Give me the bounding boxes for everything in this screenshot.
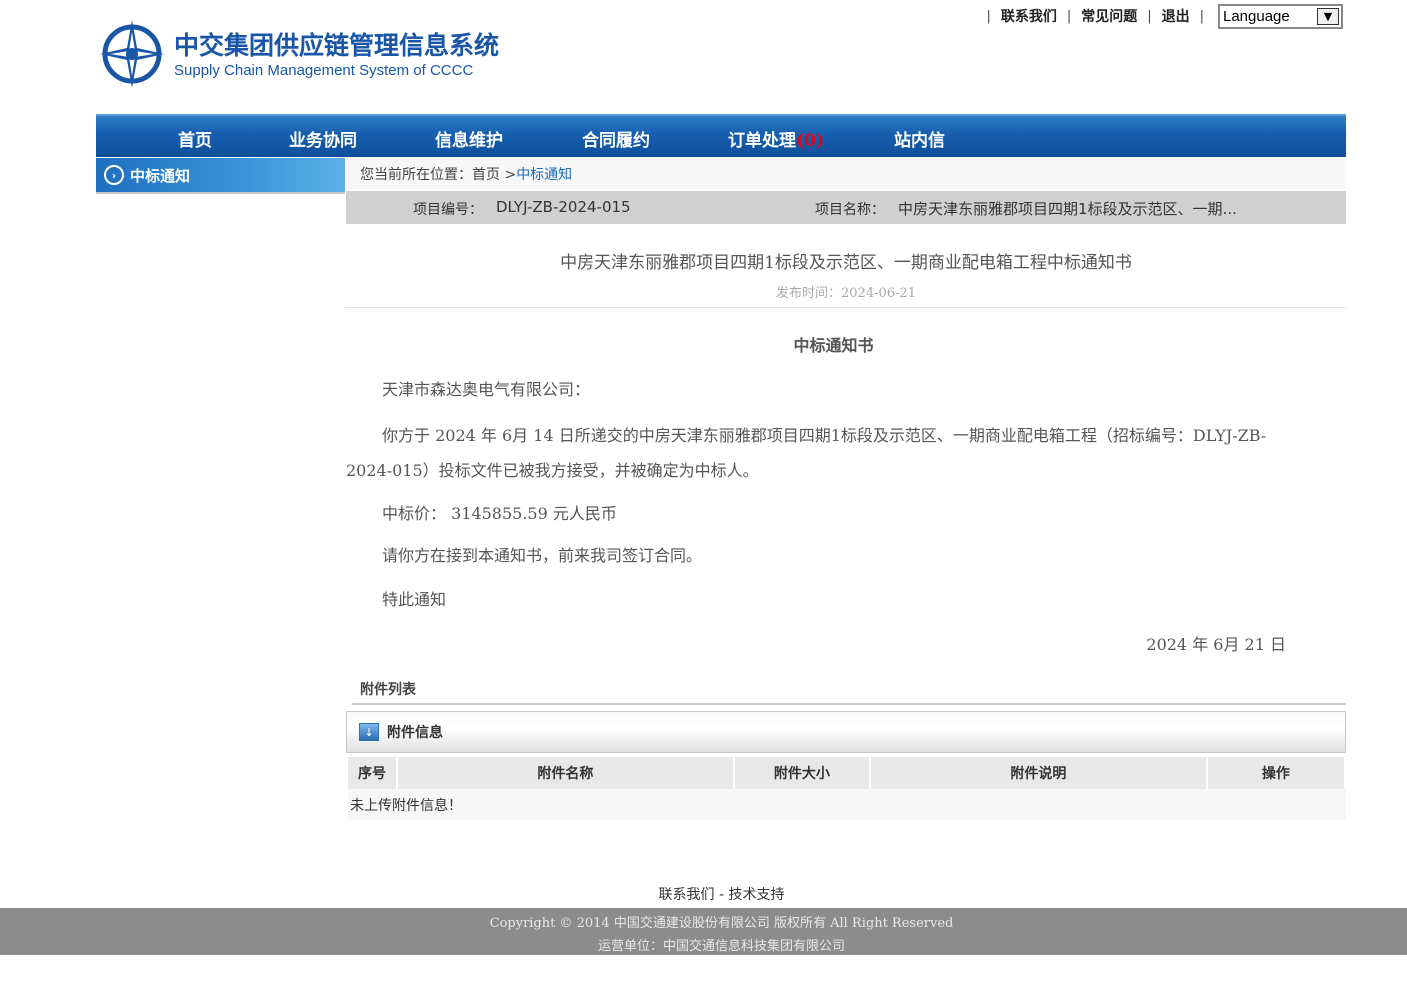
top-links: | 联系我们 | 常见问题 | 退出 | Language ▼ [976,2,1343,30]
divider [346,307,1346,308]
orders-count-badge: (0) [796,131,824,151]
breadcrumb-current[interactable]: 中标通知 [516,164,572,184]
signature-date: 2024 年 6月 21 日 [1146,635,1286,654]
project-name-value: 中房天津东丽雅郡项目四期1标段及示范区、一期... [898,200,1237,218]
breadcrumb: 您当前所在位置：首页 > 中标通知 [346,158,1346,189]
language-select-value: Language [1223,7,1290,25]
document-heading: 中标通知书 [793,336,874,355]
operator-text: 运营单位：中国交通信息科技集团有限公司 [597,939,845,954]
main-nav: 首页 业务协同 信息维护 合同履约 订单处理(0) 站内信 [96,114,1346,157]
cccc-logo-icon [100,20,164,88]
column-header-action: 操作 [1207,757,1344,789]
sidebar-item-award-notice[interactable]: › 中标通知 [96,158,345,194]
separator: | [1066,8,1072,24]
sidebar-item-label: 中标通知 [130,166,191,185]
footer-bar: Copyright © 2014 中国交通建设股份有限公司 版权所有 All R… [0,908,1407,955]
nav-item-info[interactable]: 信息维护 [435,126,503,151]
attachment-empty-message: 未上传附件信息！ [348,789,1346,820]
notice-text: 特此通知 [382,590,447,609]
column-header-index: 序号 [348,757,397,789]
nav-item-messages[interactable]: 站内信 [894,126,945,151]
nav-item-business[interactable]: 业务协同 [289,126,357,151]
contact-link[interactable]: 联系我们 [1001,6,1057,26]
chevron-down-icon[interactable]: ▼ [1317,7,1339,25]
logo-chinese-text: 中交集团供应链管理信息系统 [174,31,500,60]
nav-item-home[interactable]: 首页 [178,126,212,151]
project-code-value: DLYJ-ZB-2024-015 [496,198,631,216]
faq-link[interactable]: 常见问题 [1081,6,1137,26]
copyright-text: Copyright © 2014 中国交通建设股份有限公司 版权所有 All R… [489,916,954,931]
footer-links[interactable]: 联系我们 - 技术支持 [0,884,1407,904]
arrow-circle-icon: › [104,165,124,185]
logo-english-text: Supply Chain Management System of CCCC [174,62,474,79]
separator: | [1199,8,1204,24]
column-header-size: 附件大小 [734,757,870,789]
download-icon: ↓ [359,723,379,741]
article-title: 中房天津东丽雅郡项目四期1标段及示范区、一期商业配电箱工程中标通知书 [560,253,1132,273]
body-text: 你方于 2024 年 6月 14 日所递交的中房天津东丽雅郡项目四期1标段及示范… [346,426,1267,480]
attachment-info-title: 附件信息 [387,725,443,741]
logout-link[interactable]: 退出 [1162,6,1190,26]
table-header-row: 序号 附件名称 附件大小 附件说明 操作 [348,757,1344,789]
request-text: 请你方在接到本通知书，前来我司签订合同。 [382,546,703,565]
recipient-text: 天津市森达奥电气有限公司： [382,380,591,399]
separator: | [986,8,991,24]
nav-item-orders-label: 订单处理 [728,131,796,151]
language-select[interactable]: Language ▼ [1218,3,1343,29]
column-header-description: 附件说明 [871,757,1206,789]
attachment-info-header: ↓ 附件信息 [346,711,1346,753]
nav-item-orders[interactable]: 订单处理(0) [728,126,824,151]
column-header-name: 附件名称 [398,757,733,789]
award-price-text: 中标价： 3145855.59 元人民币 [382,504,617,523]
project-code-label: 项目编号： [413,202,483,218]
nav-item-contract[interactable]: 合同履约 [582,126,650,151]
breadcrumb-prefix: 您当前所在位置：首页 > [360,166,517,183]
publish-date: 发布时间：2024-06-21 [776,286,916,301]
divider [352,703,1346,705]
site-logo[interactable]: 中交集团供应链管理信息系统 Supply Chain Management Sy… [98,18,508,94]
attachment-table: 序号 附件名称 附件大小 附件说明 操作 [346,757,1346,789]
project-name-label: 项目名称： [815,202,885,218]
project-info-bar: 项目编号： DLYJ-ZB-2024-015 项目名称： 中房天津东丽雅郡项目四… [346,191,1346,224]
separator: | [1147,8,1152,24]
attachment-list-title: 附件列表 [360,682,416,698]
